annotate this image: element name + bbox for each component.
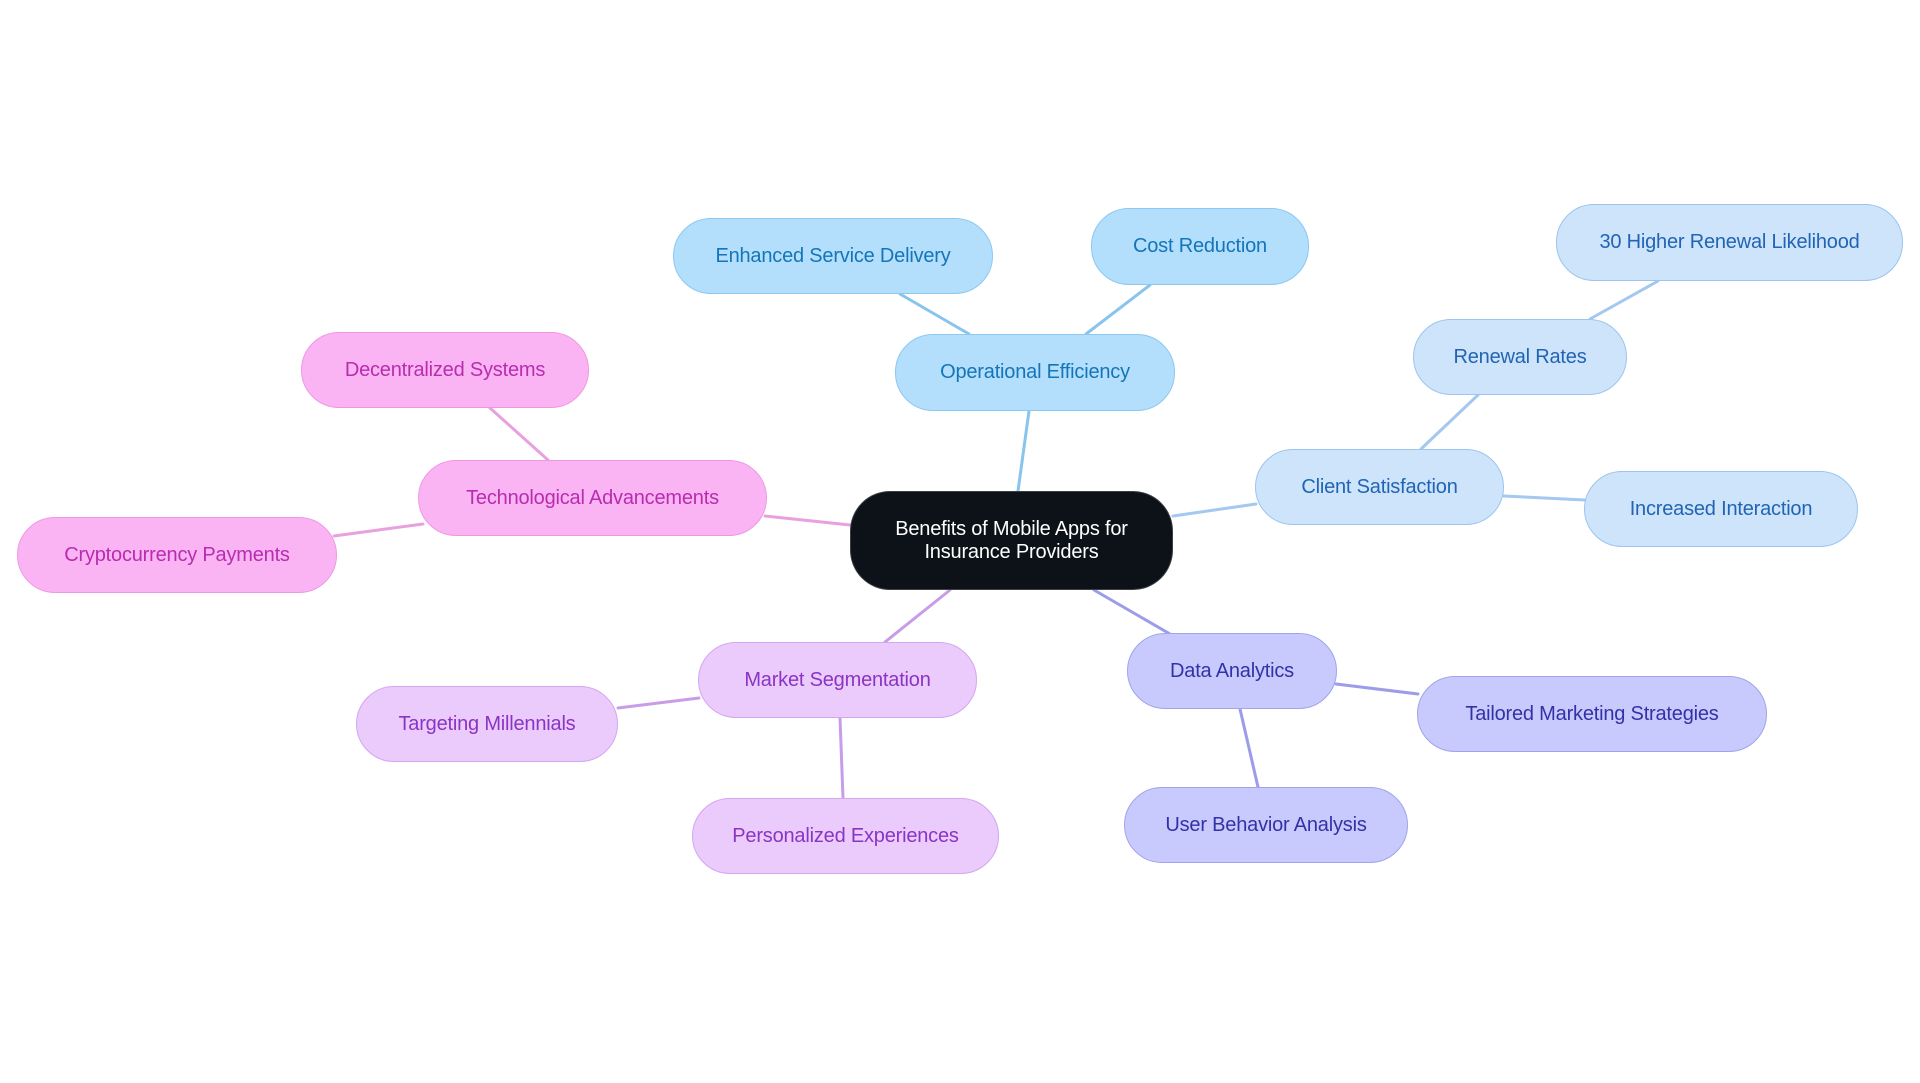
- edge-root-data: [1092, 588, 1172, 636]
- node-label: 30 Higher Renewal Likelihood: [1599, 231, 1860, 253]
- node-label: Enhanced Service Delivery: [715, 244, 951, 267]
- edge-tech-crypto: [332, 522, 425, 538]
- edge-client-renewal: [1419, 393, 1480, 451]
- node-label: Technological Advancements: [466, 486, 719, 509]
- node-label: Renewal Rates: [1453, 345, 1587, 368]
- edge-market-personalized: [838, 716, 845, 800]
- edge-root-tech: [763, 514, 852, 527]
- edge-root-client: [1171, 502, 1258, 518]
- node-label: Cost Reduction: [1133, 235, 1267, 257]
- root-label-line1: Benefits of Mobile Apps for: [895, 517, 1128, 540]
- edge-market-targeting: [616, 696, 701, 710]
- node-30-higher-renewal-likelihood[interactable]: 30 Higher Renewal Likelihood: [1556, 204, 1903, 281]
- edge-data-tailored: [1334, 682, 1420, 696]
- edge-operational-cost: [1084, 283, 1152, 336]
- node-enhanced-service-delivery[interactable]: Enhanced Service Delivery: [673, 218, 993, 294]
- edge-root-operational: [1016, 409, 1031, 493]
- node-personalized-experiences[interactable]: Personalized Experiences: [692, 798, 999, 874]
- node-label: Client Satisfaction: [1301, 475, 1458, 498]
- node-tailored-marketing-strategies[interactable]: Tailored Marketing Strategies: [1417, 676, 1767, 752]
- node-data-analytics[interactable]: Data Analytics: [1127, 633, 1337, 709]
- node-label: Operational Efficiency: [940, 361, 1130, 383]
- node-label: Cryptocurrency Payments: [64, 543, 290, 566]
- root-label-line2: Insurance Providers: [924, 540, 1099, 563]
- edge-renewal-higher: [1588, 279, 1660, 321]
- node-label: Increased Interaction: [1629, 497, 1813, 520]
- node-client-satisfaction[interactable]: Client Satisfaction: [1255, 449, 1504, 525]
- node-targeting-millennials[interactable]: Targeting Millennials: [356, 686, 618, 762]
- node-decentralized-systems[interactable]: Decentralized Systems: [301, 332, 589, 408]
- node-label: User Behavior Analysis: [1165, 813, 1367, 836]
- node-label: Market Segmentation: [744, 668, 931, 691]
- node-label: Personalized Experiences: [732, 824, 959, 847]
- node-label: Decentralized Systems: [344, 358, 546, 381]
- node-operational-efficiency[interactable]: Operational Efficiency: [895, 334, 1175, 411]
- edge-root-market: [883, 588, 952, 644]
- node-cost-reduction[interactable]: Cost Reduction: [1091, 208, 1309, 285]
- node-market-segmentation[interactable]: Market Segmentation: [698, 642, 977, 718]
- root-label: Benefits of Mobile Apps for Insurance Pro…: [879, 518, 1144, 564]
- node-cryptocurrency-payments[interactable]: Cryptocurrency Payments: [17, 517, 337, 593]
- root-node[interactable]: Benefits of Mobile Apps for Insurance Pro…: [850, 491, 1173, 590]
- edge-tech-decentralized: [488, 406, 550, 462]
- node-user-behavior-analysis[interactable]: User Behavior Analysis: [1124, 787, 1408, 863]
- edge-operational-enhanced: [898, 292, 971, 336]
- edge-data-user: [1238, 707, 1260, 789]
- node-renewal-rates[interactable]: Renewal Rates: [1413, 319, 1627, 395]
- node-technological-advancements[interactable]: Technological Advancements: [418, 460, 767, 536]
- edge-client-increased: [1502, 494, 1587, 502]
- node-label: Targeting Millennials: [398, 712, 576, 735]
- node-label: Data Analytics: [1170, 659, 1294, 682]
- node-label: Tailored Marketing Strategies: [1465, 702, 1719, 725]
- node-increased-interaction[interactable]: Increased Interaction: [1584, 471, 1858, 547]
